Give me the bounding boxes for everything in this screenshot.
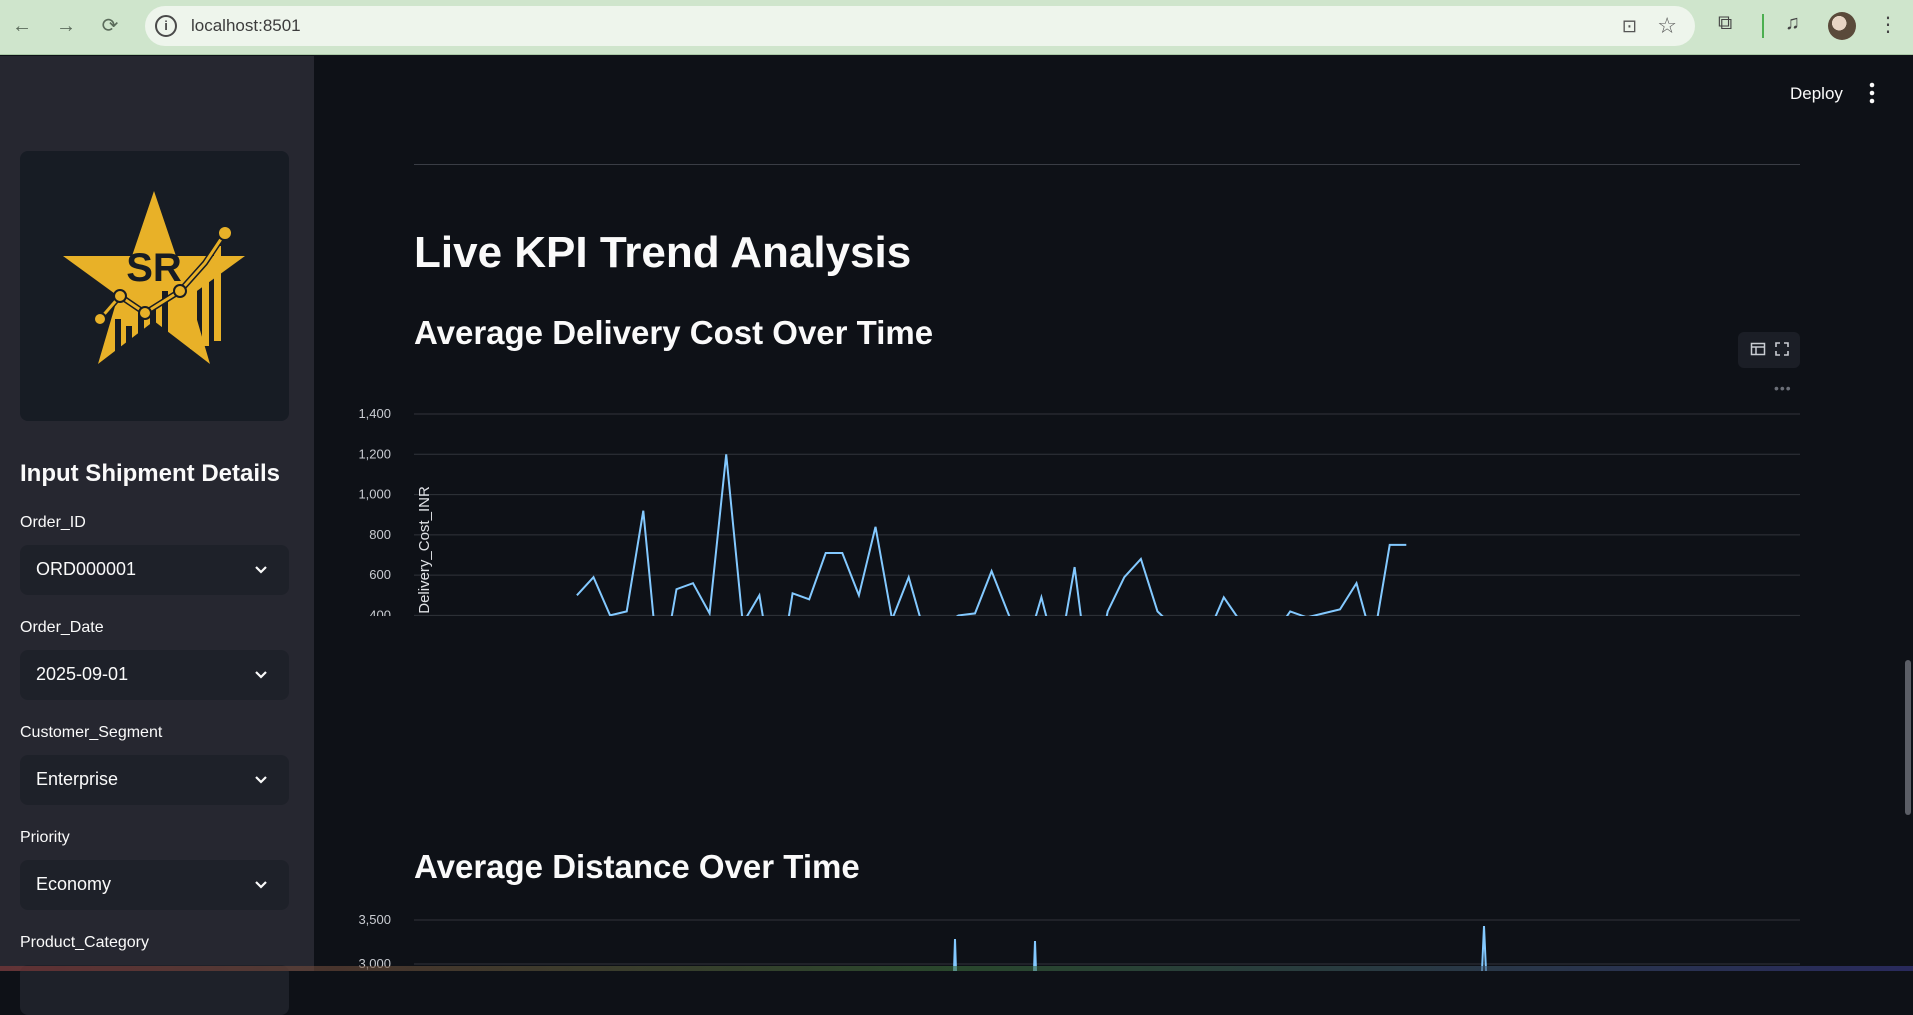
priority-select[interactable]: Economy [20, 860, 289, 910]
logo-text: SR [126, 246, 182, 290]
chevron-down-icon [251, 664, 271, 684]
app-logo: SR [20, 151, 289, 421]
chevron-down-icon [251, 874, 271, 894]
chevron-down-icon [251, 769, 271, 789]
profile-avatar[interactable] [1828, 12, 1856, 40]
customer-segment-value: Enterprise [36, 769, 118, 790]
customer-segment-select[interactable]: Enterprise [20, 755, 289, 805]
browser-menu-icon[interactable]: ⋮ [1878, 12, 1898, 37]
site-info-icon[interactable]: i [155, 15, 177, 37]
order-id-label: Order_ID [20, 514, 86, 532]
priority-value: Economy [36, 874, 111, 895]
url-text[interactable]: localhost:8501 [191, 16, 301, 36]
order-id-select[interactable]: ORD000001 [20, 545, 289, 595]
media-control-icon[interactable]: ♫ [1785, 12, 1800, 35]
sidebar: SR Input Shipment Details Order_ID ORD00… [0, 56, 314, 971]
order-date-label: Order_Date [20, 619, 104, 637]
bottom-edge [0, 966, 1913, 971]
translate-icon[interactable]: ⊡ [1622, 16, 1637, 37]
chevron-down-icon [251, 559, 271, 579]
address-bar[interactable]: i localhost:8501 ⊡ ☆ [145, 6, 1695, 46]
extensions-icon[interactable]: ⧉ [1718, 12, 1732, 35]
reload-icon[interactable]: ⟳ [98, 14, 122, 38]
back-arrow-icon[interactable]: ← [10, 14, 34, 38]
order-id-value: ORD000001 [36, 559, 136, 580]
browser-toolbar: ← → ⟳ i localhost:8501 ⊡ ☆ ⧉ ♫ ⋮ [0, 0, 1913, 55]
toolbar-separator [1762, 14, 1764, 38]
page-scrollbar[interactable] [1903, 56, 1913, 971]
logo-star-icon: SR [20, 151, 289, 421]
order-date-value: 2025-09-01 [36, 664, 128, 685]
product-category-label: Product_Category [20, 934, 149, 952]
bookmark-star-icon[interactable]: ☆ [1657, 13, 1677, 39]
main-content: Deploy Live KPI Trend Analysis Average D… [314, 56, 1913, 971]
forward-arrow-icon[interactable]: → [54, 14, 78, 38]
distance-chart: 3,5003,000 [314, 56, 1913, 971]
sidebar-title: Input Shipment Details [20, 460, 280, 488]
scrollbar-thumb[interactable] [1905, 660, 1911, 815]
y-tick-label: 3,500 [358, 912, 391, 927]
product-category-select[interactable] [20, 965, 289, 1015]
order-date-select[interactable]: 2025-09-01 [20, 650, 289, 700]
priority-label: Priority [20, 829, 70, 847]
customer-segment-label: Customer_Segment [20, 724, 162, 742]
